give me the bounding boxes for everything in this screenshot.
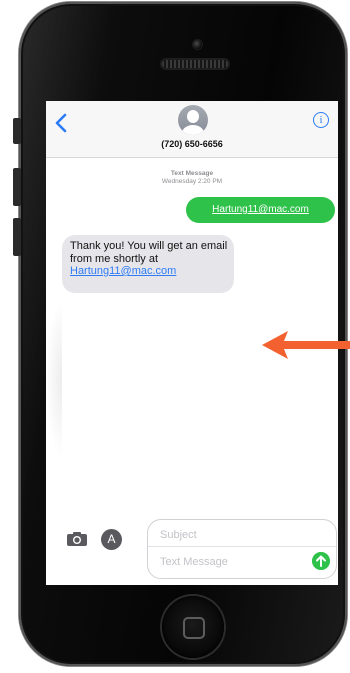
incoming-message-text: Thank you! You will get an email from me… [70, 240, 230, 278]
message-field[interactable] [158, 553, 307, 571]
contact-avatar[interactable] [178, 105, 208, 135]
silent-switch [13, 118, 21, 144]
incoming-message-body: Thank you! You will get an email from me… [70, 240, 228, 265]
earpiece-speaker [162, 60, 228, 68]
service-label: Text Message [170, 170, 214, 177]
email-link[interactable]: Hartung11@mac.com [70, 265, 176, 277]
outgoing-message-text[interactable]: Hartung11@mac.com [186, 204, 335, 215]
avatar-head [187, 110, 199, 123]
info-icon[interactable]: i [313, 112, 329, 128]
conversation-header: (720) 650-6656 i [46, 101, 338, 158]
chevron-left-icon[interactable] [54, 113, 68, 133]
arrow-up-icon[interactable] [312, 552, 330, 570]
timestamp: Wednesday 2:20 PM [161, 178, 223, 185]
camera-icon[interactable] [66, 531, 88, 547]
incoming-message[interactable]: Thank you! You will get an email from me… [62, 235, 234, 293]
screen-glare [46, 299, 62, 459]
volume-up-button [13, 168, 21, 206]
front-camera [193, 40, 202, 49]
avatar-body [182, 125, 204, 135]
contact-number[interactable]: (720) 650-6656 [46, 139, 338, 149]
arrow-left-icon [262, 331, 350, 359]
volume-down-button [13, 218, 21, 256]
composer-divider [148, 546, 336, 547]
outgoing-message[interactable]: Hartung11@mac.com [186, 197, 335, 223]
message-composer [147, 519, 337, 579]
app-store-icon[interactable]: A [101, 529, 122, 550]
home-button[interactable] [162, 596, 224, 658]
subject-field[interactable] [158, 526, 332, 544]
home-square-icon [183, 617, 205, 639]
